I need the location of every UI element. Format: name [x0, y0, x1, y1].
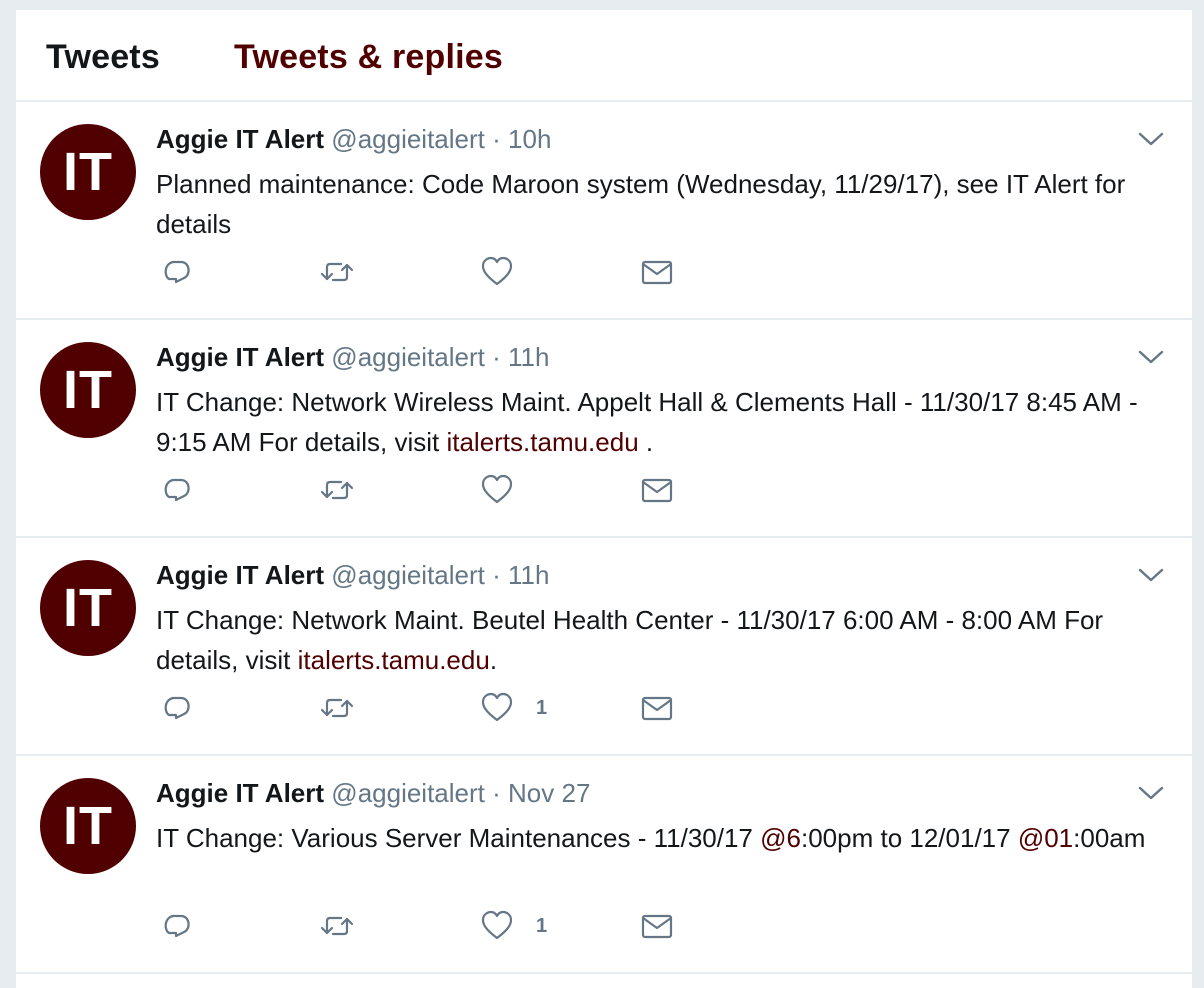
tweet-header: Aggie IT Alert @aggieitalert · 11h — [156, 560, 549, 591]
author-handle[interactable]: @aggieitalert — [331, 342, 485, 372]
avatar[interactable]: IT — [40, 778, 136, 874]
avatar[interactable]: IT — [40, 342, 136, 438]
tweet-timestamp[interactable]: 11h — [508, 342, 549, 372]
separator: · — [492, 778, 501, 808]
profile-timeline: Tweets Tweets & replies IT Aggie IT Alert… — [16, 10, 1192, 988]
tweet[interactable]: IT Aggie IT Alert @aggieitalert · 11h IT C… — [16, 320, 1192, 538]
tweet-link[interactable]: italerts.tamu.edu — [446, 427, 638, 457]
tweet-text: Planned maintenance: Code Maroon system … — [156, 164, 1176, 244]
avatar[interactable]: IT — [40, 560, 136, 656]
chevron-down-icon[interactable] — [1138, 784, 1164, 802]
tweet-text-segment: IT Change: Various Server Maintenances -… — [156, 823, 761, 853]
envelope-icon — [640, 473, 674, 507]
envelope-icon — [640, 255, 674, 289]
direct-message-button[interactable] — [640, 472, 674, 508]
author-name[interactable]: Aggie IT Alert — [156, 342, 324, 372]
separator: · — [492, 342, 501, 372]
like-button[interactable] — [480, 254, 536, 290]
heart-icon — [480, 691, 514, 725]
tweet-timestamp[interactable]: 11h — [508, 560, 549, 590]
retweet-icon — [320, 909, 354, 943]
avatar[interactable]: IT — [40, 124, 136, 220]
timeline-tabs: Tweets Tweets & replies — [16, 10, 1192, 102]
retweet-button[interactable] — [320, 690, 354, 726]
tweet[interactable]: IT Aggie IT Alert @aggieitalert · Nov 27 I… — [16, 756, 1192, 974]
like-button[interactable]: 1 — [480, 908, 547, 944]
tweet[interactable]: IT Aggie IT Alert @aggieitalert · 10h Plan… — [16, 102, 1192, 320]
author-handle[interactable]: @aggieitalert — [331, 124, 485, 154]
tweet[interactable]: IT Aggie IT Alert @aggieitalert · 11h IT C… — [16, 538, 1192, 756]
tweet-actions: 1 — [160, 908, 760, 948]
tweet-header: Aggie IT Alert @aggieitalert · 11h — [156, 342, 549, 373]
tweet-header: Aggie IT Alert @aggieitalert · 10h — [156, 124, 551, 155]
heart-icon — [480, 473, 514, 507]
tweet-actions — [160, 254, 760, 294]
author-name[interactable]: Aggie IT Alert — [156, 124, 324, 154]
direct-message-button[interactable] — [640, 908, 674, 944]
tweet-actions: 1 — [160, 690, 760, 730]
envelope-icon — [640, 909, 674, 943]
separator: · — [492, 124, 501, 154]
retweet-button[interactable] — [320, 472, 354, 508]
tweet-text-segment: . — [638, 427, 654, 457]
retweet-icon — [320, 255, 354, 289]
tweet-timestamp[interactable]: 10h — [508, 124, 551, 154]
direct-message-button[interactable] — [640, 690, 674, 726]
reply-button[interactable] — [160, 254, 194, 290]
author-handle[interactable]: @aggieitalert — [331, 778, 485, 808]
tweet-text-segment: . — [489, 645, 498, 675]
like-button[interactable]: 1 — [480, 690, 547, 726]
reply-icon — [160, 909, 194, 943]
tweet-text: IT Change: Network Maint. Beutel Health … — [156, 600, 1176, 680]
tab-tweets-and-replies[interactable]: Tweets & replies — [234, 38, 503, 77]
like-button[interactable] — [480, 472, 536, 508]
author-name[interactable]: Aggie IT Alert — [156, 778, 324, 808]
separator: · — [492, 560, 501, 590]
tweet-text-segment: Planned maintenance: Code Maroon system … — [156, 169, 1126, 239]
reply-icon — [160, 473, 194, 507]
author-name[interactable]: Aggie IT Alert — [156, 560, 324, 590]
reply-icon — [160, 691, 194, 725]
like-count: 1 — [536, 696, 548, 719]
tweet-link[interactable]: @01 — [1018, 823, 1073, 853]
reply-button[interactable] — [160, 690, 194, 726]
retweet-button[interactable] — [320, 908, 354, 944]
tweet-link[interactable]: @6 — [760, 823, 801, 853]
tweet-text: IT Change: Various Server Maintenances -… — [156, 818, 1176, 858]
chevron-down-icon[interactable] — [1138, 348, 1164, 366]
heart-icon — [480, 909, 514, 943]
reply-icon — [160, 255, 194, 289]
heart-icon — [480, 255, 514, 289]
tweet-stream: IT Aggie IT Alert @aggieitalert · 10h Plan… — [16, 102, 1192, 974]
tweet-text-segment: :00pm to 12/01/17 — [800, 823, 1018, 853]
tab-tweets[interactable]: Tweets — [46, 38, 160, 77]
like-count: 1 — [536, 914, 548, 937]
chevron-down-icon[interactable] — [1138, 130, 1164, 148]
tweet-timestamp[interactable]: Nov 27 — [508, 778, 590, 808]
retweet-icon — [320, 691, 354, 725]
direct-message-button[interactable] — [640, 254, 674, 290]
retweet-icon — [320, 473, 354, 507]
tweet-text-segment: :00am — [1073, 823, 1146, 853]
envelope-icon — [640, 691, 674, 725]
tweet-text: IT Change: Network Wireless Maint. Appel… — [156, 382, 1176, 462]
reply-button[interactable] — [160, 472, 194, 508]
tweet-link[interactable]: italerts.tamu.edu — [298, 645, 490, 675]
chevron-down-icon[interactable] — [1138, 566, 1164, 584]
retweet-button[interactable] — [320, 254, 354, 290]
tweet-actions — [160, 472, 760, 512]
author-handle[interactable]: @aggieitalert — [331, 560, 485, 590]
tweet-header: Aggie IT Alert @aggieitalert · Nov 27 — [156, 778, 590, 809]
reply-button[interactable] — [160, 908, 194, 944]
